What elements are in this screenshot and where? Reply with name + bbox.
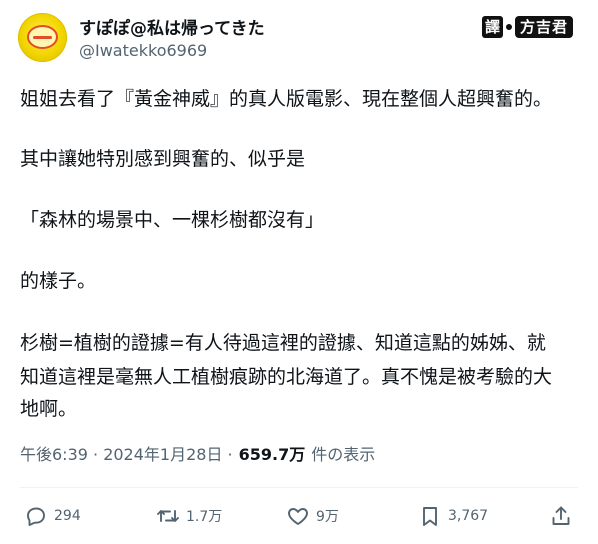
tweet-text-line: 的樣子。	[20, 270, 97, 292]
translator-dot-icon	[506, 24, 513, 30]
reply-count: 294	[54, 508, 81, 524]
translator-prefix: 譯	[482, 16, 504, 38]
like-count: 9万	[316, 509, 339, 525]
retweet-icon	[157, 510, 179, 522]
translator-watermark: 譯 方吉君	[482, 16, 574, 38]
divider	[20, 487, 578, 488]
reply-button[interactable]: 294	[24, 502, 81, 530]
bookmark-count: 3,767	[448, 508, 489, 524]
author-display-name[interactable]: すぽぽ@私は帰ってきた	[79, 14, 265, 39]
tweet-text-line: 知道這裡是毫無人工植樹痕跡的北海道了。真不愧是被考驗的大	[20, 366, 553, 388]
like-button[interactable]: 9万	[286, 502, 339, 530]
bookmark-button[interactable]: 3,767	[418, 502, 488, 530]
retweet-button[interactable]: 1.7万	[156, 502, 222, 530]
tweet-card: すぽぽ@私は帰ってきた @Iwatekko6969 譯 方吉君 姐姐去看了『黃金…	[0, 0, 598, 544]
share-icon	[552, 506, 570, 525]
tweet-text-line: 「森林的場景中、一棵杉樹都沒有」	[20, 209, 325, 231]
view-count-label: 件の表示	[311, 445, 376, 464]
tweet-text-line: 其中讓她特別感到興奮的、似乎是	[20, 148, 306, 170]
bookmark-icon	[423, 507, 437, 526]
heart-icon	[288, 508, 308, 525]
tweet-timestamp[interactable]: 午後6:39 · 2024年1月28日 ·	[20, 441, 233, 465]
tweet-meta: 午後6:39 · 2024年1月28日 · 659.7万 件の表示	[20, 441, 375, 465]
share-button[interactable]	[549, 502, 573, 530]
tweet-text-line: 杉樹=植樹的證據=有人待過這裡的證據、知道這點的姊姊、就	[20, 332, 546, 354]
author-handle[interactable]: @Iwatekko6969	[79, 41, 207, 60]
retweet-count: 1.7万	[186, 509, 223, 525]
author-avatar[interactable]	[18, 13, 67, 62]
view-count: 659.7万	[238, 445, 306, 464]
tweet-text-line: 地啊。	[20, 398, 78, 420]
translator-name: 方吉君	[515, 16, 574, 38]
avatar-badge-icon	[27, 25, 58, 49]
tweet-text-line: 姐姐去看了『黃金神威』的真人版電影、現在整個人超興奮的。	[20, 88, 553, 110]
reply-icon	[27, 507, 45, 526]
